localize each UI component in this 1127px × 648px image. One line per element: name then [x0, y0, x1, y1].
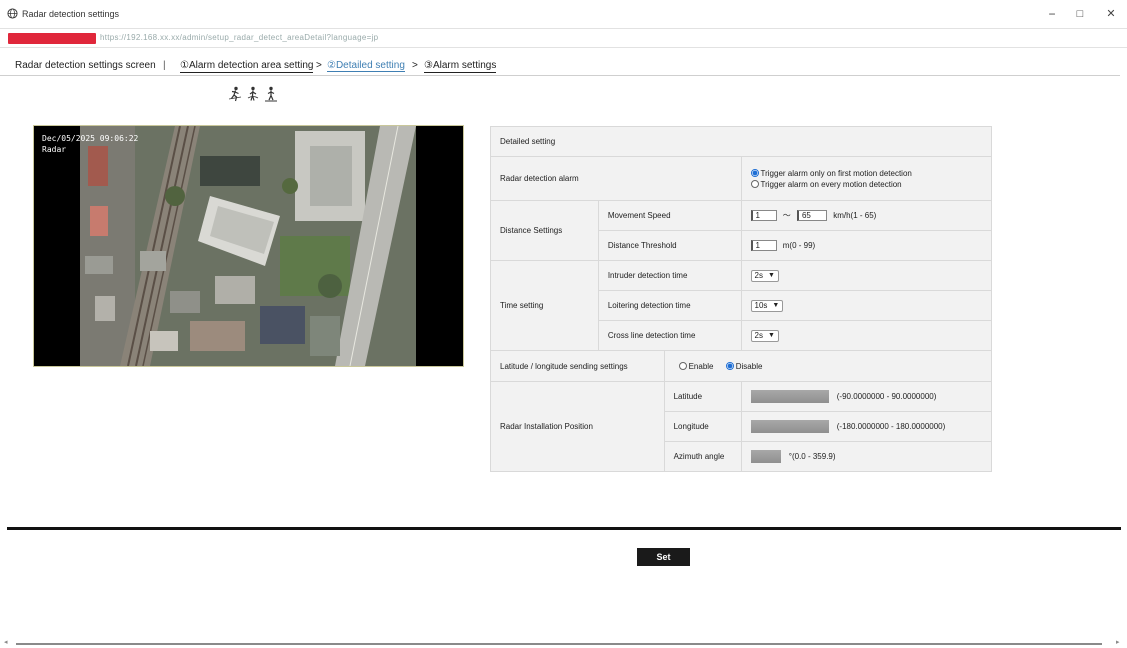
threshold-unit: m(0 - 99): [782, 240, 816, 250]
scroll-right-icon[interactable]: ▸: [1116, 638, 1120, 646]
scrollbar-thumb[interactable]: [16, 643, 1102, 645]
loitering-time-label: Loitering detection time: [597, 290, 742, 321]
latitude-range: (-90.0000000 - 90.0000000): [836, 391, 937, 401]
detailed-settings-table: Detailed setting Radar detection alarm T…: [490, 126, 993, 472]
address-bar[interactable]: https://192.168.xx.xx/admin/setup_radar_…: [0, 28, 1127, 48]
tab-alarm-detection-area[interactable]: ①Alarm detection area setting: [180, 60, 314, 73]
detection-mode-icons: [228, 86, 278, 102]
set-button[interactable]: Set: [637, 548, 690, 566]
cross-time-label: Cross line detection time: [597, 320, 742, 351]
radio-selected-icon[interactable]: [725, 361, 734, 370]
intruder-time-select[interactable]: 2s ▼: [750, 269, 779, 282]
section-header: Detailed setting: [490, 126, 992, 157]
window-titlebar: Radar detection settings − □ ✕: [0, 0, 1127, 28]
distance-threshold-label: Distance Threshold: [597, 230, 742, 261]
alarm-every-option[interactable]: Trigger alarm on every motion detection: [750, 179, 982, 190]
footer-divider: [7, 527, 1121, 530]
nav-separator: |: [163, 60, 166, 71]
latitude-label: Latitude: [663, 381, 742, 412]
latitude-input[interactable]: [750, 390, 829, 403]
distance-settings-label: Distance Settings: [490, 200, 599, 261]
azimuth-label: Azimuth angle: [663, 441, 742, 472]
radio-unselected-icon[interactable]: [678, 361, 687, 370]
cross-line-icon[interactable]: [264, 86, 278, 102]
scroll-left-icon[interactable]: ◂: [4, 638, 8, 646]
tab-detailed-setting[interactable]: ②Detailed setting: [327, 60, 405, 72]
chevron-down-icon: ▼: [767, 332, 775, 339]
screen-label: Radar detection settings screen: [15, 60, 156, 71]
alarm-first-label: Trigger alarm only on first motion detec…: [760, 168, 912, 178]
step-navigation: Radar detection settings screen | ①Alarm…: [0, 56, 1120, 76]
cross-time-select[interactable]: 2s ▼: [750, 329, 779, 342]
camera-datetime: Dec/05/2025 09:06:22: [42, 134, 139, 143]
radar-alarm-label: Radar detection alarm: [490, 156, 742, 201]
aerial-image: [80, 126, 416, 366]
minimize-button[interactable]: −: [1044, 7, 1060, 21]
window-title: Radar detection settings: [22, 9, 120, 19]
camera-label: Radar: [42, 145, 67, 154]
longitude-input[interactable]: [750, 420, 829, 433]
url-text: https://192.168.xx.xx/admin/setup_radar_…: [100, 33, 379, 42]
loitering-time-select[interactable]: 10s ▼: [750, 299, 784, 312]
speed-max-input[interactable]: 65: [796, 210, 827, 222]
azimuth-input[interactable]: [750, 450, 781, 463]
movement-speed-label: Movement Speed: [597, 200, 742, 231]
intruder-icon[interactable]: [228, 86, 242, 102]
redacted-region: [8, 33, 96, 44]
intruder-time-value: 2s: [754, 271, 763, 280]
globe-icon: [7, 8, 18, 19]
radar-position-label: Radar Installation Position: [490, 381, 665, 472]
speed-tilde: ～: [782, 210, 791, 220]
latlon-disable-option[interactable]: Disable: [725, 361, 763, 371]
nav-arrow: >: [316, 60, 322, 71]
speed-min-input[interactable]: 1: [750, 210, 777, 222]
close-button[interactable]: ✕: [1103, 7, 1119, 21]
latlon-disable-label: Disable: [735, 361, 763, 371]
time-setting-label: Time setting: [490, 260, 599, 351]
threshold-input[interactable]: 1: [750, 240, 777, 251]
loitering-icon[interactable]: [246, 86, 260, 102]
alarm-every-label: Trigger alarm on every motion detection: [760, 179, 902, 189]
loitering-time-value: 10s: [754, 301, 768, 310]
nav-arrow: >: [412, 60, 418, 71]
tab-alarm-settings[interactable]: ③Alarm settings: [424, 60, 497, 73]
azimuth-range: °(0.0 - 359.9): [788, 451, 836, 461]
latlon-enable-label: Enable: [688, 361, 714, 371]
cross-time-value: 2s: [754, 331, 763, 340]
latlon-enable-option[interactable]: Enable: [678, 361, 714, 371]
camera-view[interactable]: Dec/05/2025 09:06:22 Radar: [33, 125, 464, 367]
radio-selected-icon[interactable]: [750, 168, 759, 177]
speed-unit: km/h(1 - 65): [833, 210, 877, 220]
intruder-time-label: Intruder detection time: [597, 260, 742, 291]
camera-osd: Dec/05/2025 09:06:22 Radar: [42, 133, 138, 155]
maximize-button[interactable]: □: [1072, 7, 1088, 21]
horizontal-scrollbar[interactable]: ◂ ▸: [4, 638, 1123, 647]
longitude-range: (-180.0000000 - 180.0000000): [836, 421, 946, 431]
longitude-label: Longitude: [663, 411, 742, 442]
chevron-down-icon: ▼: [767, 272, 775, 279]
alarm-first-option[interactable]: Trigger alarm only on first motion detec…: [750, 168, 982, 179]
latlon-send-label: Latitude / longitude sending settings: [490, 350, 665, 382]
chevron-down-icon: ▼: [772, 302, 780, 309]
radio-unselected-icon[interactable]: [750, 179, 759, 188]
